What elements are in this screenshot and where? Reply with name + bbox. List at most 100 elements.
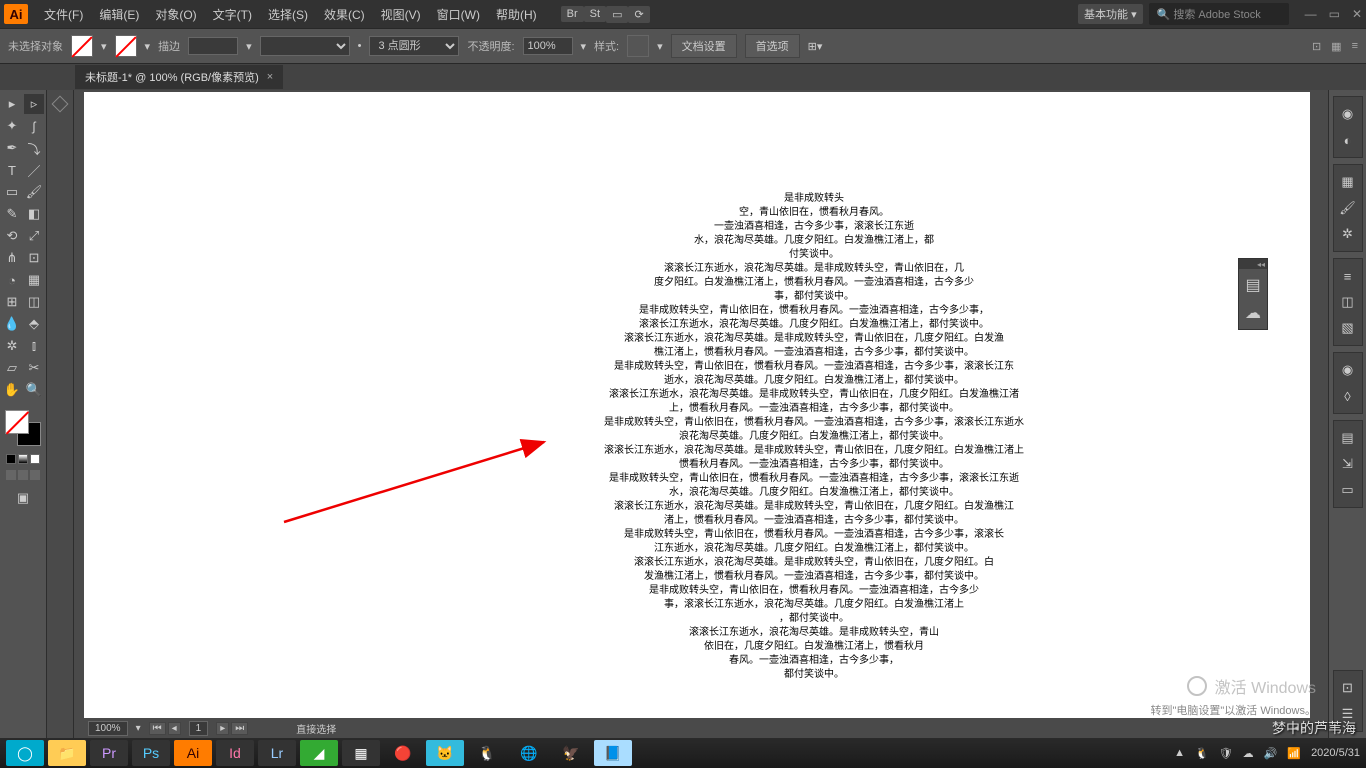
panel-collapse-icon[interactable]: ◂◂ [1257, 260, 1265, 268]
taskbar-app-icon[interactable]: ◢ [300, 740, 338, 766]
properties-panel-icon[interactable]: ▤ [1245, 275, 1260, 295]
type-tool[interactable]: T [2, 160, 22, 180]
draw-behind-icon[interactable] [18, 470, 28, 480]
pen-tool[interactable]: ✒ [2, 138, 22, 158]
artboard-nav-next[interactable]: ▸⏭ [216, 722, 248, 735]
appearance-panel-icon[interactable]: ◉ [1339, 361, 1357, 379]
bridge-button[interactable]: Br [561, 6, 584, 22]
gradient-mode-icon[interactable] [18, 454, 28, 464]
arrange-icon[interactable]: ▭ [606, 6, 628, 23]
symbol-tool[interactable]: ✲ [2, 336, 22, 356]
zoom-level[interactable]: 100% [88, 721, 128, 736]
system-tray[interactable]: ▲ 🐧 🛡 ☁ 🔊 📶 2020/5/31 [1174, 747, 1360, 760]
graphic-styles-panel-icon[interactable]: ◊ [1339, 387, 1357, 405]
brush-tool[interactable]: 🖌 [24, 182, 44, 202]
screen-mode-icon[interactable]: ▣ [13, 488, 33, 508]
tray-network-icon[interactable]: 📶 [1287, 747, 1301, 760]
color-guide-panel-icon[interactable]: ◐ [1339, 131, 1357, 149]
artboard-tool[interactable]: ▱ [2, 358, 22, 378]
window-close-icon[interactable]: ✕ [1352, 7, 1362, 21]
menu-effect[interactable]: 效果(C) [316, 6, 373, 23]
menu-type[interactable]: 文字(T) [205, 6, 260, 23]
opacity-input[interactable] [523, 37, 573, 55]
align-icon[interactable]: ⊞▾ [808, 40, 823, 53]
layers-panel-icon[interactable]: ▤ [1339, 429, 1357, 447]
tray-qq-icon[interactable]: 🐧 [1195, 747, 1209, 760]
line-tool[interactable]: ／ [24, 160, 44, 180]
tray-up-icon[interactable]: ▲ [1174, 747, 1185, 759]
taskbar-chrome-icon[interactable]: 🌐 [510, 740, 548, 766]
eyedropper-tool[interactable]: 💧 [2, 314, 22, 334]
extra-panel-icon[interactable]: ⊡ [1339, 679, 1357, 697]
libraries-panel-icon[interactable]: ☁ [1245, 303, 1261, 323]
none-mode-icon[interactable] [30, 454, 40, 464]
taskbar-app3-icon[interactable]: 🐱 [426, 740, 464, 766]
window-minimize-icon[interactable]: — [1305, 7, 1317, 21]
selection-tool[interactable]: ▸ [2, 94, 22, 114]
stroke-swatch[interactable] [115, 35, 137, 57]
color-mode-icon[interactable] [6, 454, 16, 464]
slice-tool[interactable]: ✂ [24, 358, 44, 378]
symbols-panel-icon[interactable]: ✲ [1339, 225, 1357, 243]
graph-tool[interactable]: ⫾ [24, 336, 44, 356]
magic-wand-tool[interactable]: ✦ [2, 116, 22, 136]
menu-edit[interactable]: 编辑(E) [91, 6, 147, 23]
profile-select[interactable] [260, 36, 350, 56]
style-swatch[interactable] [627, 35, 649, 57]
artboard-number[interactable]: 1 [189, 721, 209, 736]
taskbar-media-icon[interactable]: ▦ [342, 740, 380, 766]
doc-setup-button[interactable]: 文档设置 [671, 34, 737, 58]
floating-panel[interactable]: ◂◂ ▤ ☁ [1238, 258, 1268, 330]
taskbar-explorer-icon[interactable]: 📁 [48, 740, 86, 766]
brush-select[interactable]: 3 点圆形 [369, 36, 459, 56]
taskbar-app4-icon[interactable]: 🦅 [552, 740, 590, 766]
free-transform-tool[interactable]: ⊡ [24, 248, 44, 268]
rotate-tool[interactable]: ⟲ [2, 226, 22, 246]
menu-window[interactable]: 窗口(W) [429, 6, 488, 23]
perspective-tool[interactable]: ▦ [24, 270, 44, 290]
draw-inside-icon[interactable] [30, 470, 40, 480]
vertical-scrollbar[interactable] [1312, 92, 1326, 718]
gpu-icon[interactable]: ⟳ [628, 6, 649, 23]
eraser-tool[interactable]: ◧ [24, 204, 44, 224]
taskbar-indesign-icon[interactable]: Id [216, 740, 254, 766]
menu-select[interactable]: 选择(S) [260, 6, 316, 23]
direct-selection-tool[interactable]: ▹ [24, 94, 44, 114]
area-text-object[interactable]: 是非成败转头空，青山依旧在，惯看秋月春风。一壶浊酒喜相逢，古今多少事，滚滚长江东… [524, 192, 1104, 682]
scale-tool[interactable]: ⤢ [24, 226, 44, 246]
lasso-tool[interactable]: ʃ [24, 116, 44, 136]
taskbar-illustrator-icon[interactable]: Ai [174, 740, 212, 766]
window-restore-icon[interactable]: ▭ [1329, 7, 1340, 21]
fill-swatch[interactable] [71, 35, 93, 57]
tray-cloud-icon[interactable]: ☁ [1243, 747, 1254, 760]
taskbar-browser-icon[interactable]: ◯ [6, 740, 44, 766]
artboard[interactable]: 是非成败转头空，青山依旧在，惯看秋月春风。一壶浊酒喜相逢，古今多少事，滚滚长江东… [84, 92, 1310, 718]
hand-tool[interactable]: ✋ [2, 380, 22, 400]
shaper-tool[interactable]: ✎ [2, 204, 22, 224]
menu-view[interactable]: 视图(V) [373, 6, 429, 23]
tray-volume-icon[interactable]: 🔊 [1264, 747, 1278, 760]
panel-menu-icon[interactable]: ≡ [1352, 40, 1358, 53]
taskbar-premiere-icon[interactable]: Pr [90, 740, 128, 766]
shape-builder-tool[interactable]: ◔ [2, 270, 22, 290]
rectangle-tool[interactable]: ▭ [2, 182, 22, 202]
transparency-panel-icon[interactable]: ▧ [1339, 319, 1357, 337]
artboard-nav[interactable]: ⏮◂ [149, 722, 181, 735]
document-tab[interactable]: 未标题-1* @ 100% (RGB/像素预览) × [75, 65, 283, 89]
stock-button[interactable]: St [584, 6, 606, 22]
gradient-panel-icon[interactable]: ◫ [1339, 293, 1357, 311]
artboards-panel-icon[interactable]: ▭ [1339, 481, 1357, 499]
asset-export-panel-icon[interactable]: ⇲ [1339, 455, 1357, 473]
blend-tool[interactable]: ⬘ [24, 314, 44, 334]
search-stock-input[interactable]: 🔍 搜索 Adobe Stock [1149, 3, 1289, 25]
isolate-icon[interactable]: ▦ [1331, 40, 1341, 53]
tray-shield-icon[interactable]: 🛡 [1219, 747, 1233, 760]
stroke-panel-icon[interactable]: ≡ [1339, 267, 1357, 285]
swatches-panel-icon[interactable]: ▦ [1339, 173, 1357, 191]
menu-file[interactable]: 文件(F) [36, 6, 91, 23]
width-tool[interactable]: ⋔ [2, 248, 22, 268]
fill-stroke-colors[interactable] [5, 410, 41, 446]
mesh-tool[interactable]: ⊞ [2, 292, 22, 312]
taskbar-lightroom-icon[interactable]: Lr [258, 740, 296, 766]
color-panel-icon[interactable]: ◉ [1339, 105, 1357, 123]
